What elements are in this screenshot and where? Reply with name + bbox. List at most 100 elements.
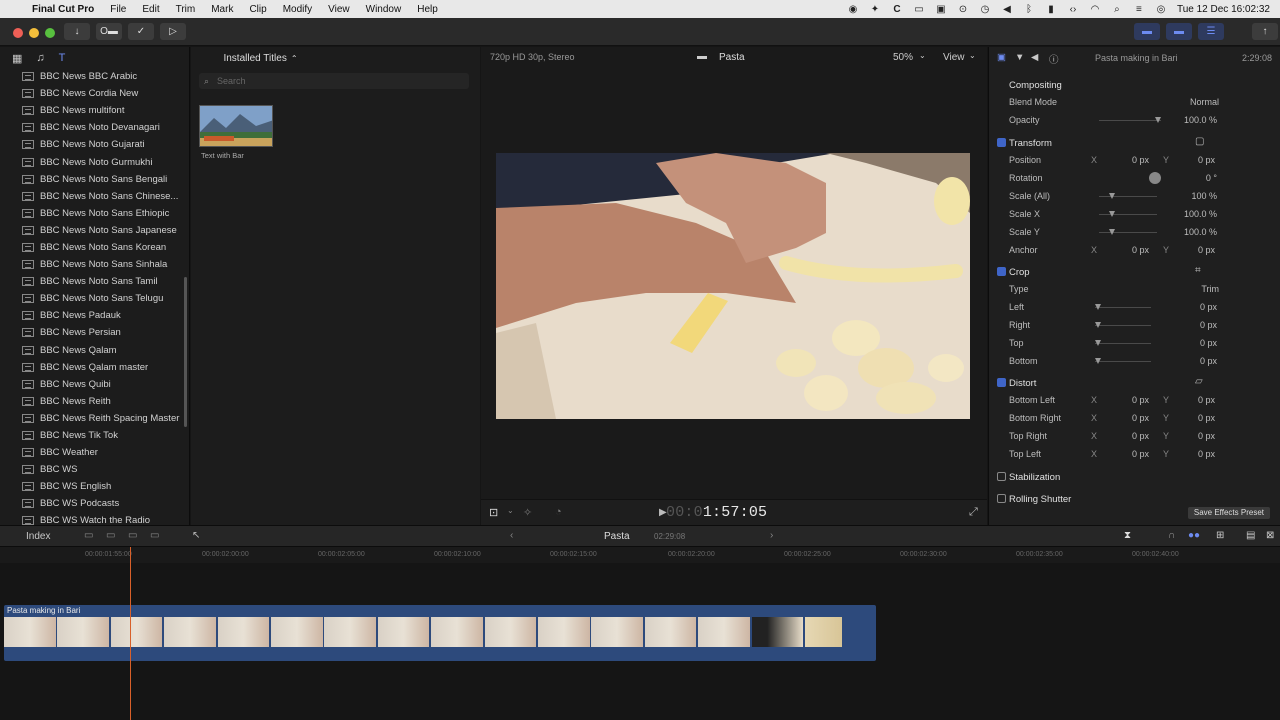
position-y[interactable]: 0 px	[1175, 155, 1215, 165]
crop-onscreen-icon[interactable]: ⌗	[1195, 265, 1201, 276]
time-machine-icon[interactable]: ◷	[979, 3, 991, 15]
forward-arrow-icon[interactable]: ›	[770, 530, 773, 541]
show-inspector-button[interactable]: ☰	[1198, 23, 1224, 40]
zoom-window-button[interactable]	[45, 28, 55, 38]
crop-right-slider[interactable]	[1095, 322, 1151, 328]
sidebar-item[interactable]: BBC WS English	[0, 478, 184, 495]
sidebar-item[interactable]: BBC News Noto Sans Chinese...	[0, 188, 184, 205]
rotation-value[interactable]: 0 °	[1165, 173, 1217, 183]
transform-tool-icon[interactable]: ⊡	[489, 506, 498, 519]
top-left-y[interactable]: 0 px	[1175, 449, 1215, 459]
chevron-updown-icon[interactable]: ⌃	[291, 54, 298, 63]
crop-type-popup[interactable]: Trim	[1201, 284, 1219, 294]
menu-mark[interactable]: Mark	[203, 4, 241, 15]
sidebar-item[interactable]: BBC WS Podcasts	[0, 495, 184, 512]
screen-share-icon[interactable]: ▣	[935, 3, 947, 15]
sidebar-item[interactable]: BBC News Noto Gujarati	[0, 136, 184, 153]
slider-knob[interactable]	[1109, 211, 1115, 217]
anchor-y[interactable]: 0 px	[1175, 245, 1215, 255]
show-browser-button[interactable]: ▬	[1134, 23, 1160, 40]
background-tasks-button[interactable]: ✓	[128, 23, 154, 40]
show-timeline-button[interactable]: ▬	[1166, 23, 1192, 40]
timeline-project-name[interactable]: Pasta	[604, 531, 630, 542]
distort-onscreen-icon[interactable]: ▱	[1195, 376, 1203, 387]
timeline-ruler[interactable]: 00:00:01:55:00 00:00:02:00:00 00:00:02:0…	[0, 547, 1280, 563]
sidebar-item[interactable]: BBC News Quibi	[0, 376, 184, 393]
position-x[interactable]: 0 px	[1109, 155, 1149, 165]
slider-knob[interactable]	[1095, 340, 1101, 346]
view-menu[interactable]: View	[943, 52, 965, 63]
info-inspector-tab[interactable]: ⓘ	[1049, 52, 1059, 66]
audio-skimming-icon[interactable]: ∩	[1168, 530, 1175, 541]
bottom-right-y[interactable]: 0 px	[1175, 413, 1215, 423]
sidebar-item[interactable]: BBC Weather	[0, 444, 184, 461]
slider-knob[interactable]	[1095, 322, 1101, 328]
effects-browser-icon[interactable]: ⊠	[1266, 530, 1274, 541]
tags-button[interactable]: ▷	[160, 23, 186, 40]
video-frame[interactable]	[496, 153, 970, 419]
snapping-icon[interactable]: ⊞	[1216, 530, 1224, 541]
anchor-x[interactable]: 0 px	[1109, 245, 1149, 255]
sidebar-item[interactable]: BBC News Qalam	[0, 342, 184, 359]
transform-section[interactable]: Transform ▢	[989, 133, 1280, 153]
color-inspector-tab[interactable]: ▼	[1015, 52, 1024, 63]
fullscreen-icon[interactable]: ⤢	[969, 506, 978, 519]
scale-y-value[interactable]: 100.0 %	[1165, 227, 1217, 237]
timeline-clip[interactable]: Pasta making in Bari	[4, 605, 876, 661]
crop-bottom-value[interactable]: 0 px	[1165, 356, 1217, 366]
index-button[interactable]: Index	[26, 531, 50, 542]
bluetooth-icon[interactable]: ᛒ	[1023, 3, 1035, 15]
sidebar-item[interactable]: BBC News Persian	[0, 324, 184, 341]
display-icon[interactable]: ▭	[913, 3, 925, 15]
sidebar-item[interactable]: BBC News Reith	[0, 393, 184, 410]
slider-knob[interactable]	[1109, 229, 1115, 235]
spotlight-icon[interactable]: ⌕	[1111, 3, 1123, 15]
append-clip-icon[interactable]: ▭	[84, 530, 93, 541]
minimize-window-button[interactable]	[29, 28, 39, 38]
audio-inspector-tab[interactable]: ◀	[1031, 52, 1038, 63]
code-icon[interactable]: ‹›	[1067, 3, 1079, 15]
menu-modify[interactable]: Modify	[275, 4, 320, 15]
share-button[interactable]: ↑	[1252, 23, 1278, 40]
bottom-left-y[interactable]: 0 px	[1175, 395, 1215, 405]
video-inspector-tab[interactable]: ▣	[997, 52, 1006, 63]
sidebar-item[interactable]: BBC News Noto Devanagari	[0, 119, 184, 136]
scale-x-slider[interactable]	[1099, 211, 1157, 217]
search-input[interactable]: ⌕ Search	[199, 73, 469, 89]
keywords-button[interactable]: O▬	[96, 23, 122, 40]
timecode-display[interactable]: 00:01:57:05	[666, 504, 767, 521]
menu-window[interactable]: Window	[358, 4, 410, 15]
slider-knob[interactable]	[1155, 117, 1161, 123]
select-tool-icon[interactable]: ↖	[192, 530, 200, 541]
skimming-icon[interactable]: ⧗	[1124, 530, 1131, 541]
crop-top-slider[interactable]	[1095, 340, 1151, 346]
status-c-icon[interactable]: C	[891, 3, 903, 15]
compositing-section[interactable]: Compositing	[989, 75, 1280, 95]
battery-icon[interactable]: ▮	[1045, 3, 1057, 15]
bottom-right-x[interactable]: 0 px	[1109, 413, 1149, 423]
transform-onscreen-icon[interactable]: ▢	[1195, 136, 1204, 147]
menu-edit[interactable]: Edit	[134, 4, 167, 15]
top-right-y[interactable]: 0 px	[1175, 431, 1215, 441]
sidebar-item[interactable]: BBC News BBC Arabic	[0, 68, 184, 85]
stabilization-section[interactable]: Stabilization	[989, 467, 1280, 487]
sidebar-scrollbar[interactable]	[184, 277, 187, 427]
sidebar-item[interactable]: BBC News Noto Sans Telugu	[0, 290, 184, 307]
back-arrow-icon[interactable]: ‹	[510, 530, 513, 541]
crop-bottom-slider[interactable]	[1095, 358, 1151, 364]
volume-icon[interactable]: ◀	[1001, 3, 1013, 15]
sidebar-item[interactable]: BBC News Noto Sans Bengali	[0, 171, 184, 188]
sidebar-item[interactable]: BBC News Cordia New	[0, 85, 184, 102]
transform-checkbox[interactable]	[997, 138, 1006, 147]
photos-audio-icon[interactable]: ♫	[36, 52, 44, 64]
sidebar-item[interactable]: BBC News Tik Tok	[0, 427, 184, 444]
distort-section[interactable]: Distort ▱	[989, 373, 1280, 393]
stabilization-checkbox[interactable]	[997, 472, 1006, 481]
sidebar-item[interactable]: BBC News Reith Spacing Master	[0, 410, 184, 427]
slider-knob[interactable]	[1095, 304, 1101, 310]
rolling-shutter-section[interactable]: Rolling Shutter	[989, 489, 1280, 509]
top-right-x[interactable]: 0 px	[1109, 431, 1149, 441]
slider-knob[interactable]	[1109, 193, 1115, 199]
connect-clip-icon[interactable]: ▭	[128, 530, 137, 541]
enhancements-icon[interactable]: ✧	[523, 506, 532, 519]
